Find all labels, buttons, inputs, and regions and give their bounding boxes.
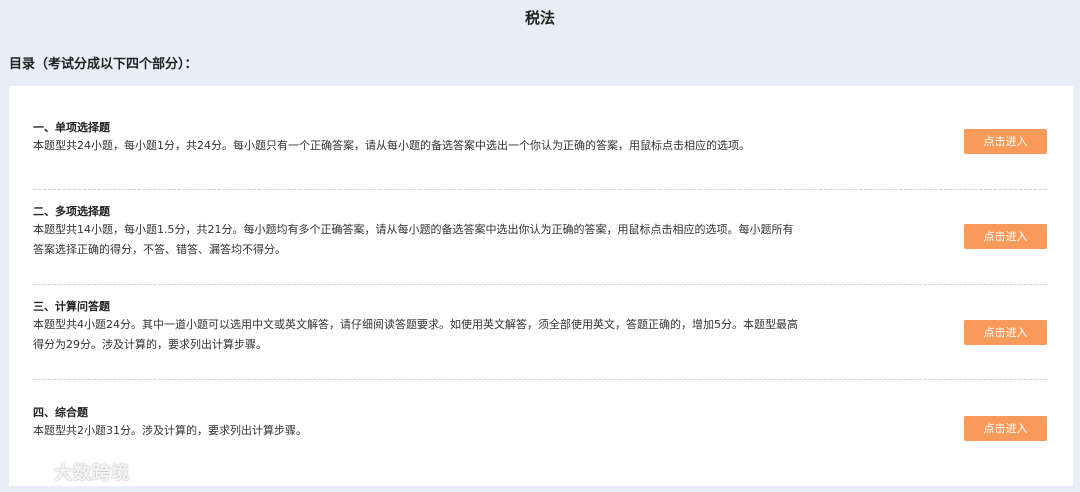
section-divider	[33, 189, 1047, 190]
section-title: 三、计算问答题	[33, 300, 110, 313]
section-divider	[33, 379, 1047, 380]
toc-heading: 目录（考试分成以下四个部分）：	[9, 57, 198, 72]
section-description: 本题型共24小题，每小题1分，共24分。每小题只有一个正确答案，请从每小题的备选…	[33, 136, 863, 156]
section-title: 二、多项选择题	[33, 205, 110, 218]
section-description-line: 本题型共4小题24分。其中一道小题可以选用中文或英文解答，请仔细阅读答题要求。如…	[33, 318, 798, 331]
section-title: 一、单项选择题	[33, 121, 110, 134]
wechat-logo-icon	[10, 462, 46, 483]
enter-multiple-choice-button[interactable]: 点击进入	[964, 224, 1047, 249]
watermark: 大数跨境	[8, 459, 130, 485]
section-comprehensive: 四、综合题 本题型共2小题31分。涉及计算的，要求列出计算步骤。 点击进入	[33, 405, 1047, 445]
section-description: 本题型共4小题24分。其中一道小题可以选用中文或英文解答，请仔细阅读答题要求。如…	[33, 315, 863, 355]
enter-calculation-button[interactable]: 点击进入	[964, 320, 1047, 345]
section-description-line: 本题型共14小题，每小题1.5分，共21分。每小题均有多个正确答案，请从每小题的…	[33, 223, 794, 236]
section-description-line: 本题型共24小题，每小题1分，共24分。每小题只有一个正确答案，请从每小题的备选…	[33, 139, 750, 152]
enter-comprehensive-button[interactable]: 点击进入	[964, 416, 1047, 441]
section-divider	[33, 284, 1047, 285]
section-description-line: 本题型共2小题31分。涉及计算的，要求列出计算步骤。	[33, 424, 307, 437]
sections-panel: 一、单项选择题 本题型共24小题，每小题1分，共24分。每小题只有一个正确答案，…	[9, 86, 1073, 486]
exam-toc-page: 税法 目录（考试分成以下四个部分）： 一、单项选择题 本题型共24小题，每小题1…	[0, 0, 1080, 492]
section-description-line: 得分为29分。涉及计算的，要求列出计算步骤。	[33, 338, 267, 351]
watermark-text: 大数跨境	[54, 463, 130, 484]
section-single-choice: 一、单项选择题 本题型共24小题，每小题1分，共24分。每小题只有一个正确答案，…	[33, 120, 1047, 160]
enter-single-choice-button[interactable]: 点击进入	[964, 129, 1047, 154]
section-calculation: 三、计算问答题 本题型共4小题24分。其中一道小题可以选用中文或英文解答，请仔细…	[33, 299, 1047, 359]
page-title: 税法	[524, 9, 555, 27]
section-description: 本题型共14小题，每小题1.5分，共21分。每小题均有多个正确答案，请从每小题的…	[33, 220, 863, 260]
section-multiple-choice: 二、多项选择题 本题型共14小题，每小题1.5分，共21分。每小题均有多个正确答…	[33, 204, 1047, 264]
section-description-line: 答案选择正确的得分，不答、错答、漏答均不得分。	[33, 243, 286, 256]
section-description: 本题型共2小题31分。涉及计算的，要求列出计算步骤。	[33, 421, 863, 441]
section-title: 四、综合题	[33, 406, 88, 419]
